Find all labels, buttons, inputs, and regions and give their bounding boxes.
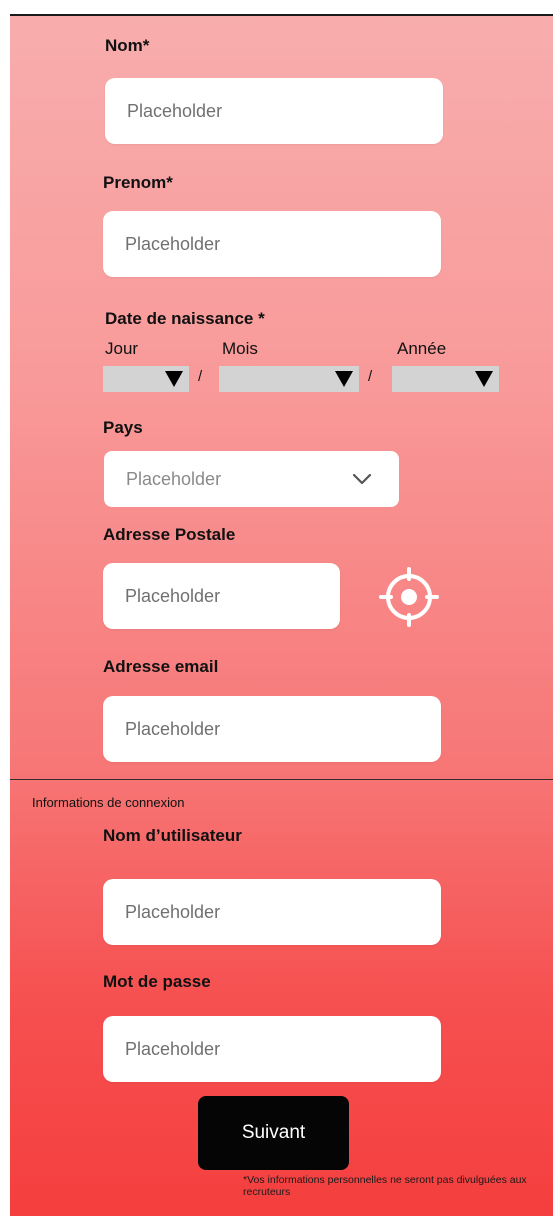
prenom-placeholder: Placeholder — [125, 233, 221, 254]
adresse-postale-placeholder: Placeholder — [125, 585, 221, 606]
mot-de-passe-placeholder: Placeholder — [125, 1038, 221, 1059]
triangle-down-icon — [165, 371, 183, 387]
nom-placeholder: Placeholder — [127, 100, 223, 121]
date-separator: / — [368, 368, 373, 385]
section-divider — [10, 779, 553, 780]
adresse-postale-label: Adresse Postale — [103, 525, 236, 544]
annee-select[interactable] — [392, 366, 499, 392]
jour-select[interactable] — [103, 366, 189, 392]
mot-de-passe-input[interactable]: Placeholder — [103, 1016, 441, 1082]
mois-label: Mois — [222, 339, 258, 358]
date-naissance-label: Date de naissance * — [105, 309, 265, 328]
connexion-section-title: Informations de connexion — [32, 795, 185, 810]
nom-utilisateur-label: Nom d’utilisateur — [103, 826, 242, 845]
adresse-email-placeholder: Placeholder — [125, 718, 221, 739]
prenom-input[interactable]: Placeholder — [103, 211, 441, 277]
prenom-label: Prenom* — [103, 173, 173, 192]
annee-label: Année — [397, 339, 447, 358]
adresse-postale-input[interactable]: Placeholder — [103, 563, 340, 629]
triangle-down-icon — [335, 371, 353, 387]
mot-de-passe-label: Mot de passe — [103, 972, 211, 991]
next-button[interactable]: Suivant — [198, 1096, 349, 1170]
chevron-down-icon — [353, 473, 371, 484]
adresse-email-input[interactable]: Placeholder — [103, 696, 441, 762]
registration-screen: Nom* Placeholder Prenom* Placeholder Dat… — [10, 14, 553, 1216]
date-separator: / — [198, 368, 203, 385]
target-crosshair-icon[interactable] — [378, 566, 440, 628]
mois-select[interactable] — [219, 366, 359, 392]
nom-utilisateur-placeholder: Placeholder — [125, 901, 221, 922]
pays-select[interactable]: Placeholder — [104, 451, 399, 507]
adresse-email-label: Adresse email — [103, 657, 219, 676]
nom-utilisateur-input[interactable]: Placeholder — [103, 879, 441, 945]
nom-input[interactable]: Placeholder — [105, 78, 443, 144]
pays-placeholder: Placeholder — [126, 468, 222, 489]
triangle-down-icon — [475, 371, 493, 387]
pays-label: Pays — [103, 418, 143, 437]
privacy-note: *Vos informations personnelles ne seront… — [243, 1174, 527, 1198]
nom-label: Nom* — [105, 36, 150, 55]
jour-label: Jour — [105, 339, 139, 358]
